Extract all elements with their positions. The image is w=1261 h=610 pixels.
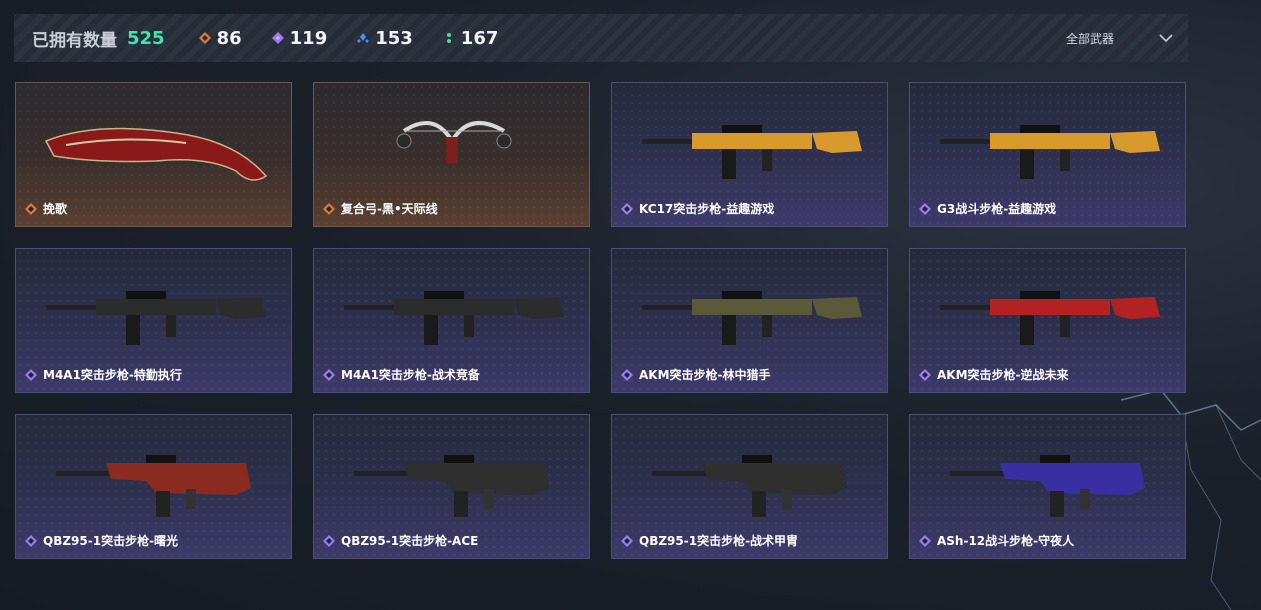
kukri-icon [44, 127, 268, 181]
owned-count-label: 已拥有数量 [32, 30, 117, 51]
weapon-label: 复合弓-黑•天际线 [323, 200, 438, 217]
assault-rifle-icon [940, 291, 1160, 345]
purple-rarity-icon [621, 534, 633, 547]
purple-rarity-icon [919, 368, 931, 381]
weapon-card[interactable]: M4A1突击步枪-特勤执行 [15, 248, 292, 393]
weapon-name: G3战斗步枪-益趣游戏 [937, 202, 1057, 216]
assault-rifle-icon [46, 291, 266, 345]
bullpup-rifle-icon [950, 455, 1145, 517]
purple-diamond-icon [271, 32, 284, 44]
purple-rarity-icon [621, 202, 633, 215]
stat-blue-value: 153 [375, 27, 413, 49]
weapon-card[interactable]: QBZ95-1突击步枪-曙光 [15, 414, 292, 559]
stat-orange: 86 [198, 27, 242, 49]
purple-rarity-icon [919, 534, 931, 547]
orange-rarity-icon [323, 202, 335, 215]
assault-rifle-icon [344, 291, 564, 345]
weapon-card[interactable]: M4A1突击步枪-战术竞备 [313, 248, 590, 393]
weapon-name: KC17突击步枪-益趣游戏 [639, 202, 775, 216]
stat-orange-value: 86 [216, 27, 242, 49]
weapon-name: QBZ95-1突击步枪-曙光 [43, 534, 179, 548]
weapon-card[interactable]: G3战斗步枪-益趣游戏 [909, 82, 1186, 227]
weapon-label: G3战斗步枪-益趣游戏 [919, 200, 1056, 217]
weapon-name: ASh-12战斗步枪-守夜人 [937, 534, 1075, 548]
purple-rarity-icon [25, 368, 37, 381]
green-dot-icon [443, 32, 455, 44]
weapon-label: ASh-12战斗步枪-守夜人 [919, 532, 1074, 549]
inventory-header: 已拥有数量 525 86 119 153 167 全部武器 [14, 14, 1188, 62]
weapon-name: 挽歌 [43, 202, 68, 216]
bullpup-rifle-icon [56, 455, 251, 517]
stat-green: 167 [443, 27, 499, 49]
stat-blue: 153 [357, 28, 413, 49]
weapon-label: M4A1突击步枪-战术竞备 [323, 366, 480, 383]
weapon-name: 复合弓-黑•天际线 [341, 202, 438, 216]
purple-rarity-icon [621, 368, 633, 381]
weapon-label: KC17突击步枪-益趣游戏 [621, 200, 774, 217]
weapon-label: QBZ95-1突击步枪-ACE [323, 532, 478, 549]
battle-rifle-icon [940, 125, 1160, 179]
weapon-label: M4A1突击步枪-特勤执行 [25, 366, 182, 383]
weapon-label: AKM突击步枪-逆战未来 [919, 366, 1069, 383]
purple-rarity-icon [323, 534, 335, 547]
compound-bow-icon [396, 121, 512, 163]
orange-diamond-icon [198, 32, 211, 44]
chevron-down-icon [1159, 34, 1173, 43]
purple-rarity-icon [25, 534, 37, 547]
orange-rarity-icon [25, 202, 37, 215]
bullpup-rifle-icon [354, 455, 549, 517]
weapon-card[interactable]: KC17突击步枪-益趣游戏 [611, 82, 888, 227]
weapon-card[interactable]: ASh-12战斗步枪-守夜人 [909, 414, 1186, 559]
weapon-label: AKM突击步枪-林中猎手 [621, 366, 771, 383]
weapon-filter-label: 全部武器 [1065, 31, 1114, 46]
assault-rifle-icon [642, 291, 862, 345]
stat-purple-value: 119 [289, 27, 328, 49]
owned-count-total: 525 [127, 27, 165, 49]
weapon-card[interactable]: QBZ95-1突击步枪-ACE [313, 414, 590, 559]
weapon-card[interactable]: AKM突击步枪-逆战未来 [909, 248, 1186, 393]
weapon-name: QBZ95-1突击步枪-ACE [341, 534, 479, 548]
weapon-card[interactable]: 复合弓-黑•天际线 [313, 82, 590, 227]
weapon-name: M4A1突击步枪-战术竞备 [341, 368, 480, 382]
weapon-label: QBZ95-1突击步枪-战术甲胄 [621, 532, 798, 549]
assault-rifle-icon [642, 125, 862, 179]
weapon-label: QBZ95-1突击步枪-曙光 [25, 532, 178, 549]
weapon-filter-dropdown[interactable]: 全部武器 [1066, 14, 1174, 62]
blue-diamond-icon [357, 32, 370, 44]
stat-green-value: 167 [460, 27, 499, 49]
weapon-card[interactable]: AKM突击步枪-林中猎手 [611, 248, 888, 393]
purple-rarity-icon [323, 368, 335, 381]
weapon-card[interactable]: QBZ95-1突击步枪-战术甲胄 [611, 414, 888, 559]
weapon-name: M4A1突击步枪-特勤执行 [43, 368, 182, 382]
weapon-name: AKM突击步枪-逆战未来 [937, 368, 1069, 382]
stat-purple: 119 [271, 27, 328, 49]
weapon-card[interactable]: 挽歌 [15, 82, 292, 227]
weapon-name: QBZ95-1突击步枪-战术甲胄 [639, 534, 799, 548]
purple-rarity-icon [919, 202, 931, 215]
weapon-name: AKM突击步枪-林中猎手 [639, 368, 771, 382]
bullpup-rifle-icon [652, 455, 847, 517]
weapon-label: 挽歌 [25, 200, 67, 217]
